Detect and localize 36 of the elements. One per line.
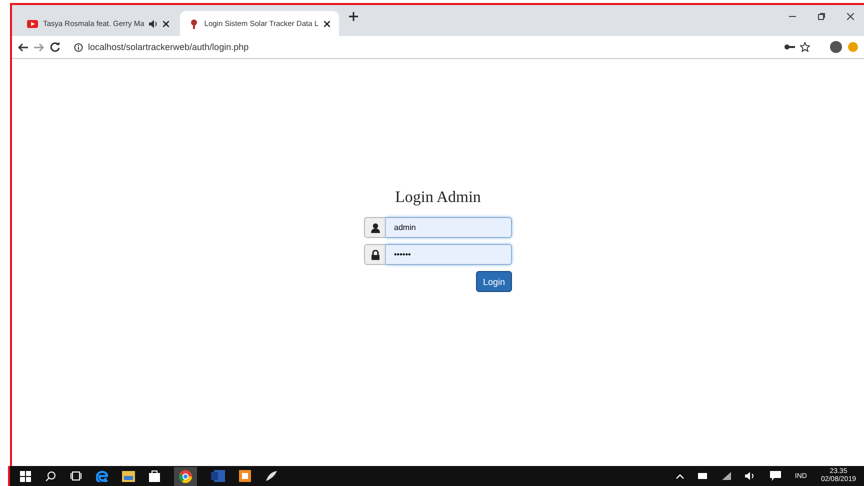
round-icon [179, 470, 192, 482]
taskbar-app[interactable] [174, 466, 197, 486]
folder-icon[interactable] [122, 470, 135, 482]
close-tab-icon[interactable] [324, 20, 330, 26]
volume-icon[interactable] [744, 472, 756, 480]
close-tab-icon[interactable] [163, 20, 170, 26]
search-icon[interactable] [45, 470, 56, 482]
battery-icon[interactable] [698, 473, 708, 479]
chevron-up-icon[interactable] [676, 474, 684, 478]
star-icon[interactable] [800, 42, 810, 52]
shopping-bag-icon[interactable] [149, 470, 160, 482]
video-icon [27, 20, 38, 28]
restore-icon[interactable] [818, 13, 825, 20]
signal-icon[interactable] [722, 472, 731, 480]
windows-icon[interactable] [20, 470, 31, 482]
key-icon[interactable] [784, 44, 795, 50]
username-field[interactable]: admin [386, 217, 512, 238]
back-icon[interactable] [18, 42, 28, 52]
lock-icon [370, 250, 380, 260]
figure-icon [189, 18, 200, 28]
user-icon [370, 222, 380, 232]
app-tile-icon[interactable] [239, 470, 251, 482]
feather-icon[interactable] [265, 470, 278, 482]
close-icon[interactable] [847, 13, 854, 20]
forward-icon[interactable] [34, 42, 44, 52]
task-view-icon[interactable] [70, 471, 82, 481]
avatar-icon[interactable] [830, 41, 842, 53]
message-icon[interactable] [770, 471, 781, 481]
reload-icon[interactable] [50, 42, 60, 52]
password-field[interactable]: •••••• [386, 244, 512, 265]
browser-icon[interactable] [96, 470, 108, 482]
info-icon [74, 42, 83, 52]
login-button[interactable]: Login [476, 271, 512, 292]
new-tab-icon[interactable] [348, 12, 358, 21]
login-title: Login Admin [394, 189, 482, 207]
address-field[interactable]: localhost/solartrackerweb/auth/login.php [66, 38, 818, 56]
